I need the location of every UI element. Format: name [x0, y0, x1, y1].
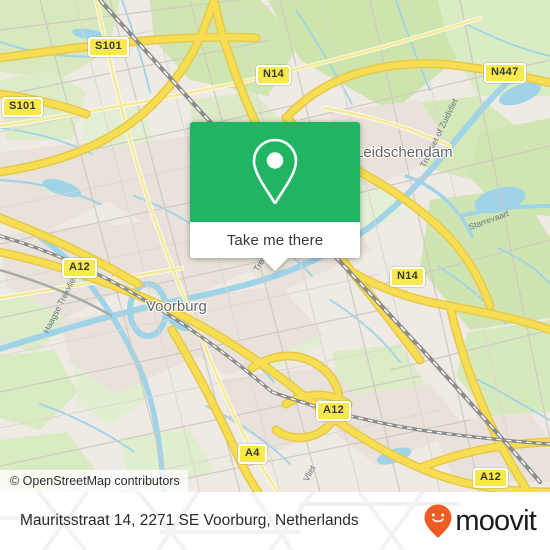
road-shield-n447[interactable]: N447	[484, 63, 526, 83]
moovit-wordmark: moovit	[455, 504, 536, 537]
road-shield-a12-bottom-right[interactable]: A12	[473, 468, 509, 488]
map-attribution[interactable]: © OpenStreetMap contributors	[0, 470, 188, 492]
destination-popup[interactable]: Take me there	[190, 122, 360, 271]
footer-bar: Mauritsstraat 14, 2271 SE Voorburg, Neth…	[0, 492, 550, 550]
road-shield-a12-bottom[interactable]: A12	[316, 401, 352, 421]
road-shield-a4[interactable]: A4	[238, 444, 267, 464]
road-shield-n14-mid[interactable]: N14	[390, 267, 426, 287]
road-shield-s101-left[interactable]: S101	[2, 97, 43, 117]
road-shield-n14-top[interactable]: N14	[256, 65, 292, 85]
address-label: Mauritsstraat 14, 2271 SE Voorburg, Neth…	[20, 512, 359, 529]
popup-footer: Take me there	[190, 222, 360, 258]
popup-header	[190, 122, 360, 222]
place-label-leidschendam: Leidschendam	[355, 144, 453, 161]
moovit-smiley-pin-icon	[424, 504, 452, 538]
popup-pointer	[261, 257, 289, 271]
road-shield-a12-left[interactable]: A12	[62, 258, 98, 278]
map-screenshot: Trekvliet of Zuidvliet Trekvliet of Zuid…	[0, 0, 550, 550]
road-shield-s101-top[interactable]: S101	[88, 37, 129, 57]
map-canvas[interactable]: Trekvliet of Zuidvliet Trekvliet of Zuid…	[0, 0, 550, 492]
moovit-logo[interactable]: moovit	[423, 503, 537, 539]
place-label-voorburg: Voorburg	[146, 298, 207, 315]
location-pin-icon	[252, 138, 298, 205]
attribution-text: © OpenStreetMap contributors	[10, 474, 180, 488]
take-me-there-button[interactable]: Take me there	[227, 232, 323, 249]
